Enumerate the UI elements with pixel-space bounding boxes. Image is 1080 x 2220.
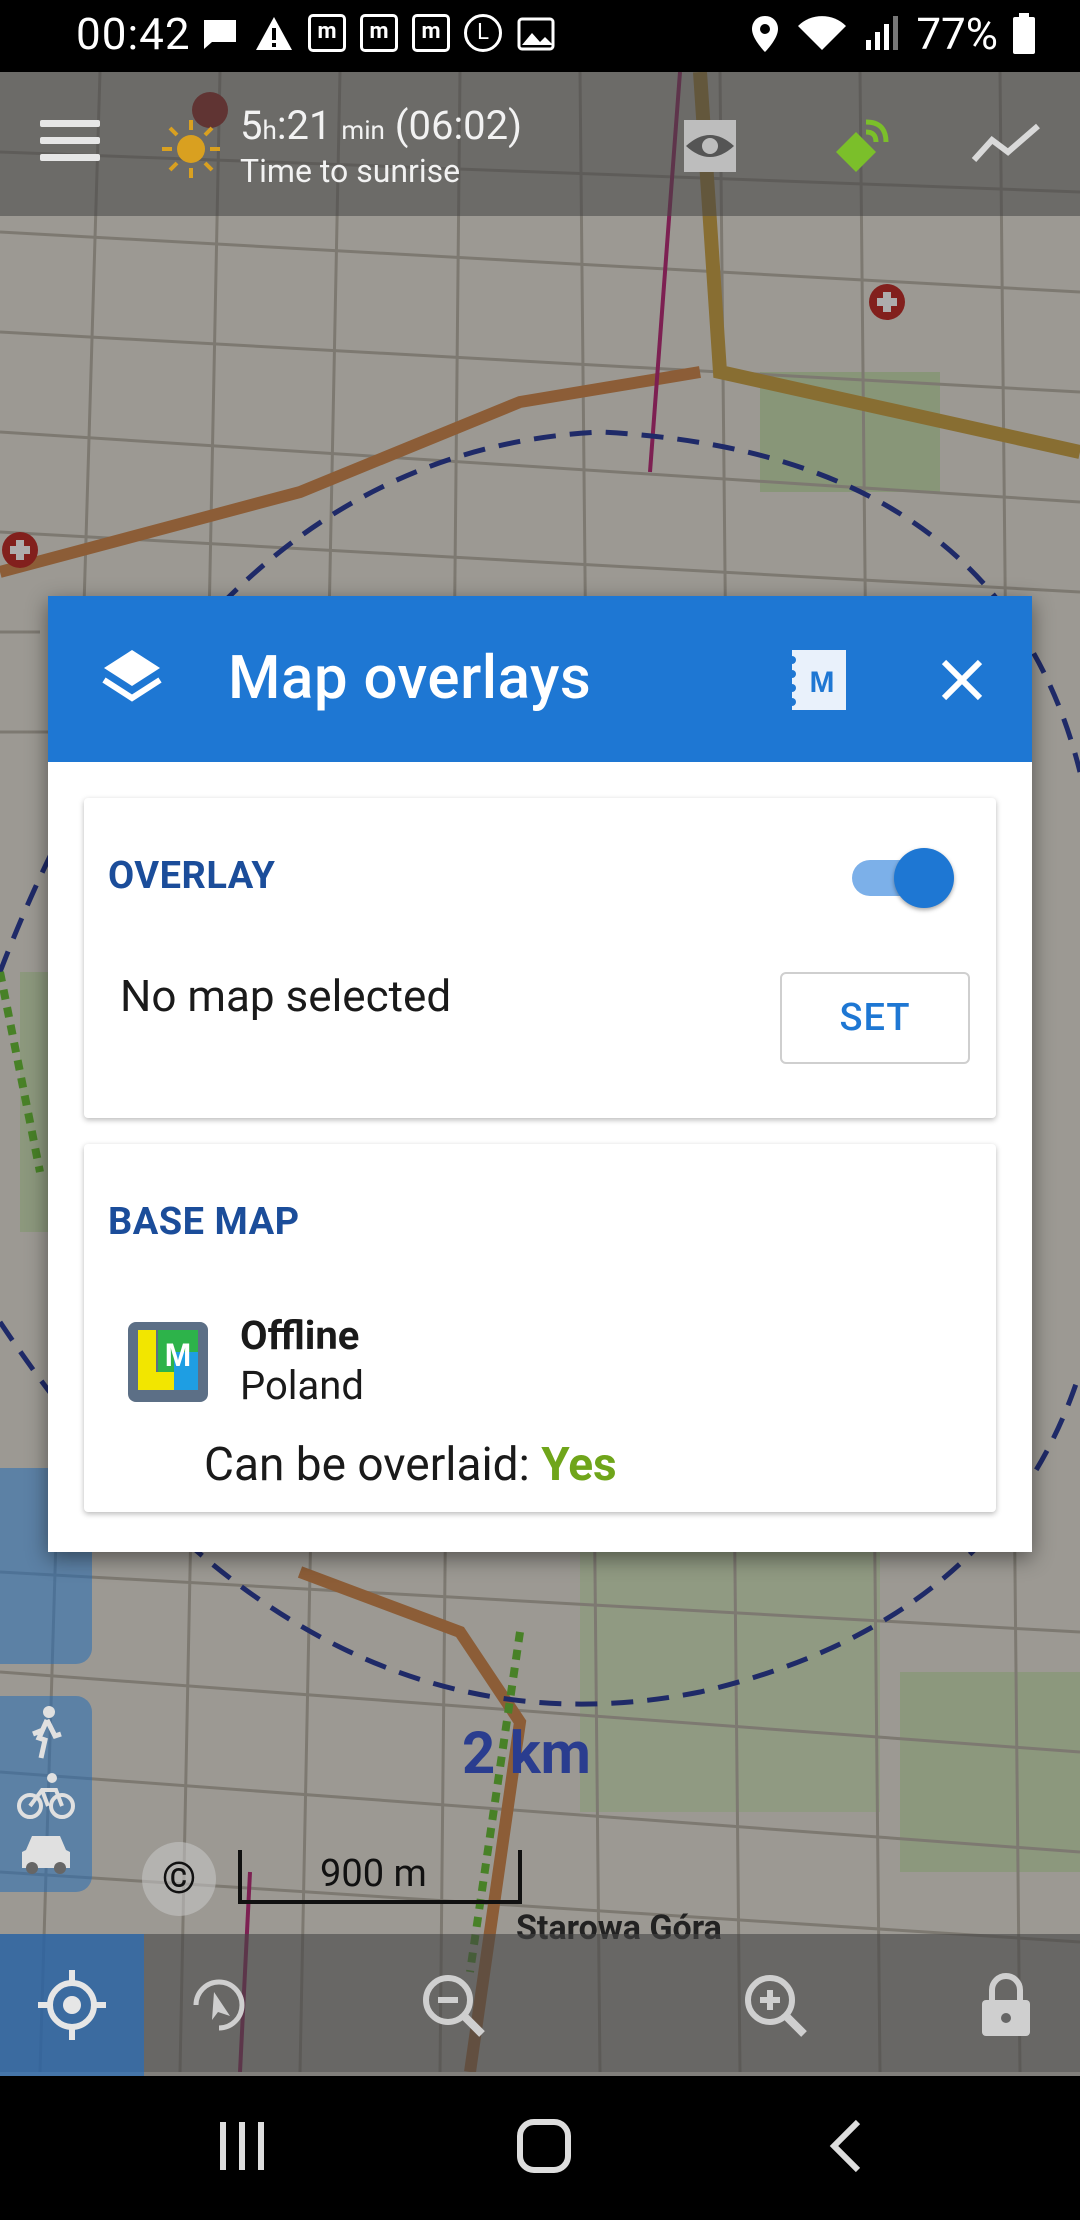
sunrise-hours: 5 [240, 102, 263, 149]
sunrise-clock: (06:02) [394, 102, 523, 149]
map-top-toolbar: 5h:21 min (06:02) Time to sunrise [0, 72, 1080, 216]
battery-icon [1013, 13, 1035, 54]
back-icon[interactable] [826, 2116, 866, 2176]
signal-icon [866, 16, 899, 50]
locus-map-logo-icon[interactable]: M [128, 1322, 208, 1402]
can-be-overlaid-value: Yes [541, 1438, 617, 1492]
sunrise-minutes: :21 [276, 102, 332, 149]
sunrise-countdown: 5h:21 min (06:02) [240, 102, 522, 149]
system-icons: 77% [748, 8, 1036, 60]
overlay-status: No map selected [120, 970, 452, 1022]
dialog-title: Map overlays [228, 642, 592, 713]
gps-satellite-icon[interactable] [826, 112, 896, 182]
wifi-icon [798, 16, 847, 50]
set-overlay-button[interactable]: SET [780, 972, 970, 1064]
status-bar: 00:42 m m m L 77% [0, 0, 1080, 72]
map-copyright-button[interactable]: © [142, 1842, 216, 1916]
map-overlays-dialog: Map overlays M OVERLAY No map selected S… [48, 596, 1032, 1552]
layers-icon [102, 650, 162, 702]
base-map-type: Offline [240, 1312, 360, 1359]
sunrise-icon [162, 120, 220, 178]
lock-icon[interactable] [978, 1970, 1034, 2040]
battery-percent: 77% [916, 8, 998, 60]
can-be-overlaid-row: Can be overlaid: Yes [204, 1438, 617, 1492]
base-map-section-title: BASE MAP [108, 1200, 300, 1244]
my-location-button[interactable] [0, 1934, 144, 2076]
home-icon[interactable] [514, 2116, 574, 2176]
gallery-icon [517, 17, 555, 51]
sunrise-minutes-unit: min [341, 116, 385, 146]
base-map-name: Poland [240, 1362, 364, 1409]
can-be-overlaid-label: Can be overlaid: [204, 1438, 530, 1492]
overlay-card: OVERLAY No map selected SET [84, 798, 996, 1118]
map-rotation-icon[interactable] [184, 1970, 254, 2040]
track-chart-icon[interactable] [970, 120, 1042, 168]
route-mode-side-panel[interactable] [0, 1696, 92, 1892]
car-icon[interactable] [18, 1830, 74, 1876]
m-app-icon: m [412, 14, 450, 52]
map-scale-label: 900 m [320, 1852, 427, 1896]
sunrise-caption: Time to sunrise [240, 152, 461, 190]
svg-text:M: M [165, 1337, 192, 1373]
warning-icon [256, 17, 292, 50]
notification-icons: m m m L [200, 14, 556, 54]
map-manager-icon[interactable]: M [784, 648, 848, 712]
l-app-icon: L [464, 14, 502, 52]
svg-text:M: M [810, 666, 835, 699]
map-distance-label: 2 km [462, 1720, 591, 1788]
eye-icon[interactable] [682, 118, 738, 174]
menu-icon[interactable] [40, 120, 100, 168]
close-icon[interactable] [932, 650, 992, 710]
dialog-header: Map overlays M [48, 596, 1032, 762]
toggle-thumb [894, 848, 954, 908]
crosshair-icon [38, 1970, 106, 2040]
system-nav-bar [0, 2076, 1080, 2220]
base-map-card: BASE MAP M Offline Poland Can be overlai… [84, 1144, 996, 1512]
recent-apps-icon[interactable] [214, 2116, 270, 2176]
m-app-icon: m [360, 14, 398, 52]
message-icon [204, 20, 236, 49]
location-icon [752, 16, 779, 52]
status-time: 00:42 [76, 8, 191, 60]
zoom-in-icon[interactable] [740, 1970, 810, 2040]
walking-icon[interactable] [21, 1704, 71, 1760]
overlay-toggle[interactable] [852, 844, 954, 908]
sunrise-hours-unit: h [262, 116, 277, 146]
overlay-section-title: OVERLAY [108, 854, 276, 898]
map-bottom-toolbar [0, 1934, 1080, 2076]
m-app-icon: m [308, 14, 346, 52]
cycling-icon[interactable] [16, 1768, 76, 1822]
zoom-out-icon[interactable] [418, 1970, 488, 2040]
